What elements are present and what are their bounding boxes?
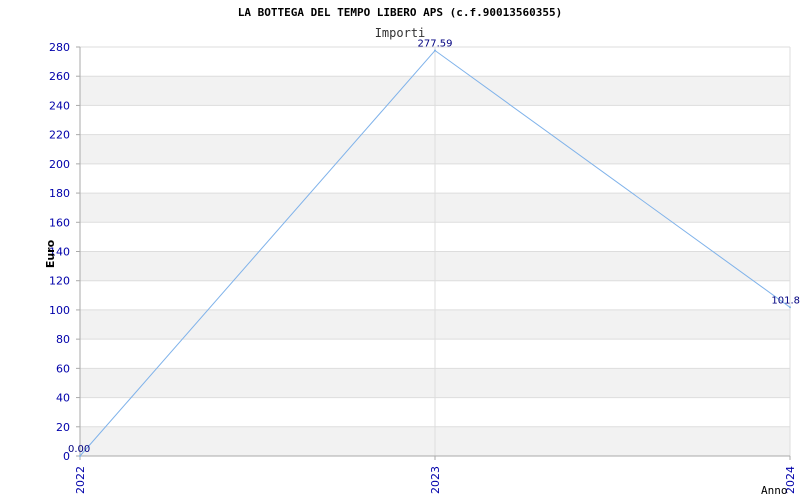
- y-tick-label: 200: [49, 158, 70, 171]
- x-axis-ticks: 2022 2023 2024: [74, 456, 797, 494]
- y-tick-label: 180: [49, 187, 70, 200]
- y-tick-label: 260: [49, 70, 70, 83]
- x-tick-label: 2022: [74, 466, 87, 494]
- y-tick-label: 220: [49, 129, 70, 142]
- y-tick-label: 240: [49, 99, 70, 112]
- data-point: [434, 49, 436, 52]
- data-label: 101.8: [771, 295, 800, 306]
- y-tick-label: 80: [56, 333, 70, 346]
- y-tick-label: 100: [49, 304, 70, 317]
- y-tick-label: 20: [56, 421, 70, 434]
- data-label: 277.59: [418, 39, 453, 50]
- y-tick-label: 160: [49, 216, 70, 229]
- y-axis-label: Euro: [44, 239, 57, 268]
- x-tick-label: 2023: [429, 466, 442, 494]
- x-axis-label: Anno: [761, 484, 788, 497]
- y-tick-label: 60: [56, 362, 70, 375]
- y-tick-label: 40: [56, 392, 70, 405]
- y-tick-label: 280: [49, 41, 70, 54]
- data-point: [79, 455, 81, 457]
- data-point: [789, 306, 791, 309]
- line-chart: 020406080100120140160180200220240260280 …: [44, 39, 800, 497]
- data-label: 0.00: [68, 444, 90, 455]
- y-tick-label: 120: [49, 275, 70, 288]
